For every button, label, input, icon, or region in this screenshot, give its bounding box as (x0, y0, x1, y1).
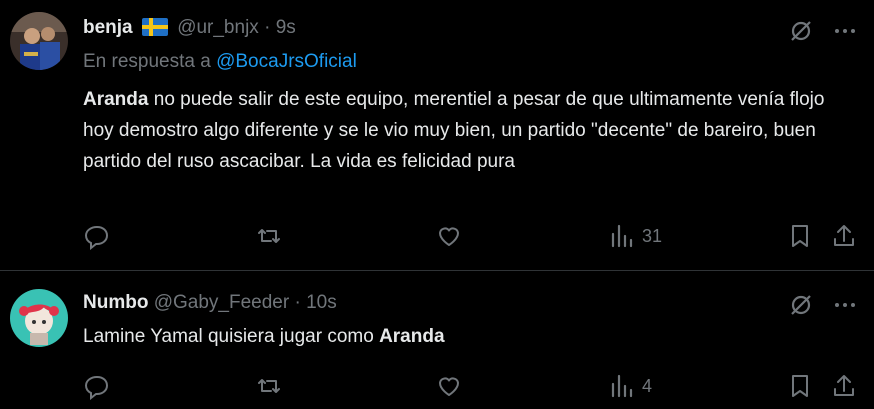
share-button[interactable] (830, 372, 858, 400)
repost-button[interactable] (255, 372, 283, 400)
tweet-2[interactable]: Numbo @Gaby_Feeder · 10s Lamine Yamal qu… (0, 271, 874, 409)
reply-prefix: En respuesta a (83, 51, 211, 72)
author-handle[interactable]: @Gaby_Feeder (154, 292, 289, 313)
tweet-1[interactable]: benja @ur_bnjx · 9s En respuesta a @Boca… (0, 0, 874, 271)
tweet-text-rest: no puede salir de este equipo, merentiel… (83, 89, 825, 172)
highlighted-term: Aranda (83, 89, 149, 110)
tweet-text: Lamine Yamal quisiera jugar como Aranda (83, 321, 853, 352)
timestamp[interactable]: 10s (306, 292, 337, 313)
bookmark-icon (786, 372, 814, 400)
analytics-icon (608, 372, 636, 400)
separator-dot: · (264, 17, 271, 38)
tweet-header: Numbo @Gaby_Feeder · 10s (83, 291, 337, 315)
tweet-header: benja @ur_bnjx · 9s (83, 16, 296, 40)
tweet-text: Aranda no puede salir de este equipo, me… (83, 84, 853, 177)
tweet-actions: 31 (83, 222, 863, 252)
author-name[interactable]: benja (83, 17, 133, 38)
bookmark-icon (786, 222, 814, 250)
timestamp[interactable]: 9s (276, 17, 296, 38)
share-button[interactable] (830, 222, 858, 250)
avatar[interactable] (10, 12, 68, 70)
more-options-icon[interactable] (832, 18, 858, 44)
repost-icon (255, 372, 283, 400)
bookmark-button[interactable] (786, 372, 814, 400)
views-count: 4 (642, 375, 653, 396)
heart-icon (435, 222, 463, 250)
reply-icon (83, 222, 111, 251)
reply-icon (83, 372, 111, 401)
separator-dot: · (294, 292, 301, 313)
bookmark-button[interactable] (786, 222, 814, 250)
repost-icon (255, 222, 283, 250)
like-button[interactable] (435, 222, 463, 250)
tweet-actions: 4 (83, 372, 863, 402)
reply-button[interactable] (83, 222, 111, 251)
tweet-top-icons (788, 18, 858, 44)
grok-icon[interactable] (788, 292, 814, 318)
author-name[interactable]: Numbo (83, 292, 148, 313)
like-button[interactable] (435, 372, 463, 400)
views-button[interactable]: 4 (608, 372, 652, 400)
avatar[interactable] (10, 289, 68, 347)
highlighted-term: Aranda (379, 326, 445, 347)
reply-button[interactable] (83, 372, 111, 401)
tweet-top-icons (788, 292, 858, 318)
repost-button[interactable] (255, 222, 283, 250)
sweden-flag-icon (141, 18, 168, 36)
analytics-icon (608, 222, 636, 250)
heart-icon (435, 372, 463, 400)
tweet-text-prefix: Lamine Yamal quisiera jugar como (83, 326, 380, 347)
share-icon (830, 222, 858, 250)
views-count: 31 (642, 225, 663, 246)
share-icon (830, 372, 858, 400)
more-options-icon[interactable] (832, 292, 858, 318)
views-button[interactable]: 31 (608, 222, 662, 250)
reply-mention-link[interactable]: @BocaJrsOficial (216, 51, 357, 72)
reply-context: En respuesta a @BocaJrsOficial (83, 51, 357, 73)
grok-icon[interactable] (788, 18, 814, 44)
author-handle[interactable]: @ur_bnjx (177, 17, 259, 38)
